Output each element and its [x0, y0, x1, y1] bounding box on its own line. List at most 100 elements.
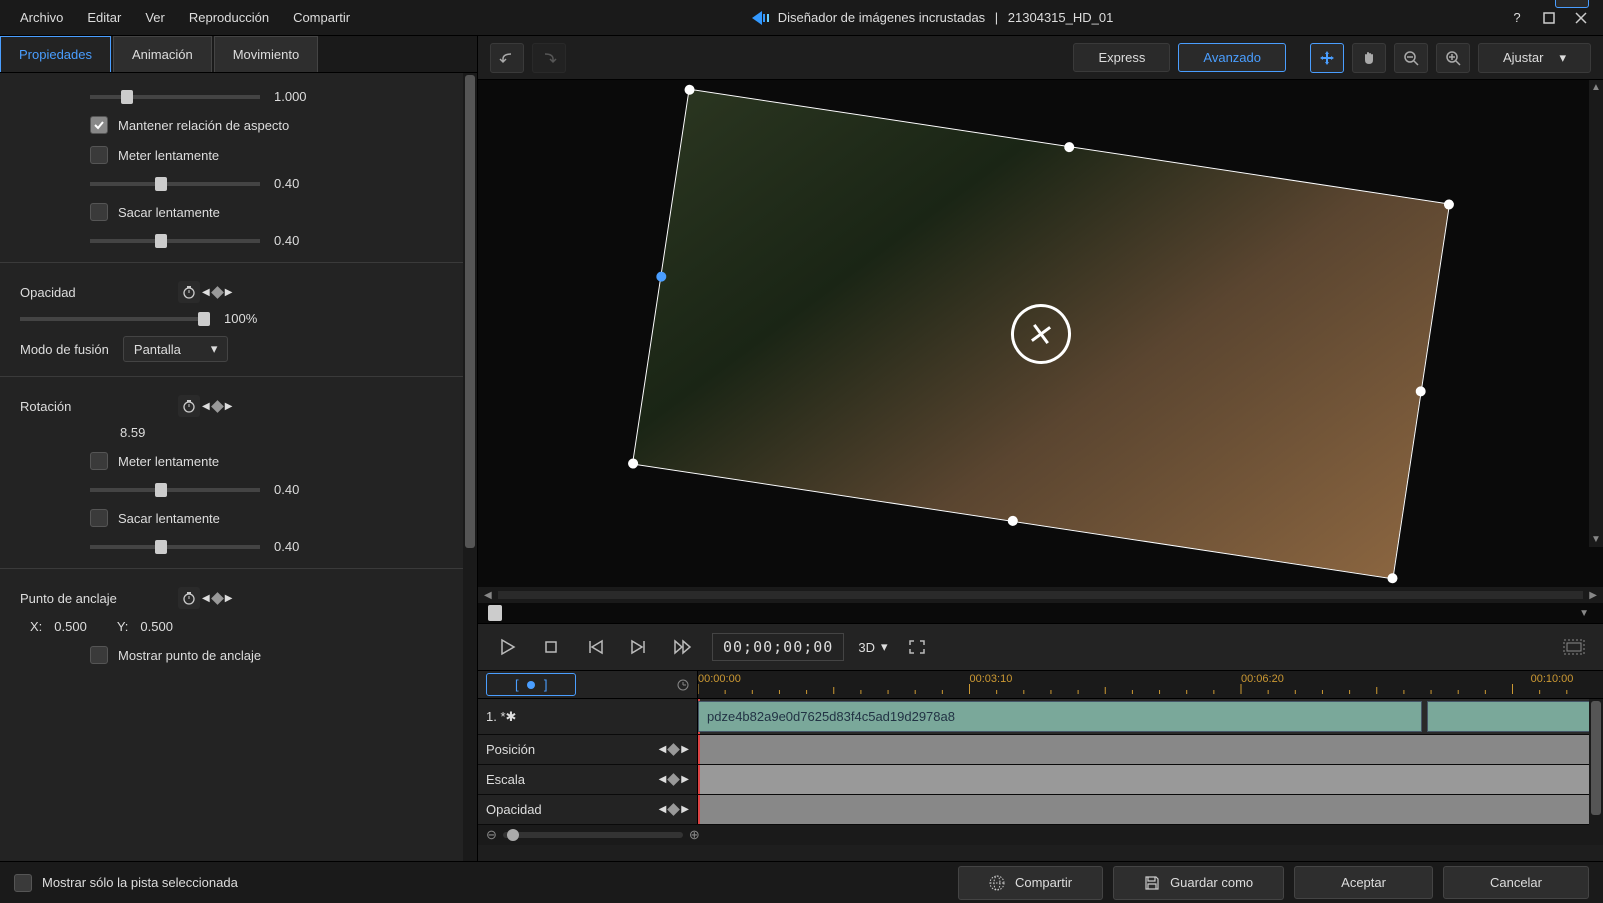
handle-top-left[interactable]: [683, 84, 694, 95]
opacity-next-kf-icon[interactable]: ▶: [225, 287, 233, 298]
fullscreen-icon[interactable]: [902, 632, 932, 662]
close-icon[interactable]: [1567, 6, 1595, 30]
menu-edit[interactable]: Editar: [75, 4, 133, 31]
preview-vscroll[interactable]: ▲▼: [1589, 80, 1603, 547]
share-button[interactable]: Compartir: [958, 866, 1103, 900]
anchor-x-value[interactable]: 0.500: [54, 619, 87, 634]
rotation-easein-value[interactable]: 0.40: [274, 482, 322, 497]
timeline-clip-2[interactable]: [1427, 701, 1603, 732]
opacity-prev-kf-icon[interactable]: ◀: [202, 287, 210, 298]
redo-button[interactable]: [532, 43, 566, 73]
opacity-add-kf-icon[interactable]: [211, 286, 224, 299]
track-position-body[interactable]: [698, 735, 1603, 764]
tab-animation[interactable]: Animación: [113, 36, 212, 72]
show-anchor-checkbox[interactable]: [90, 646, 108, 664]
timeline-ruler[interactable]: 00:00:00 00:03:10 00:06:20 00:10:00: [698, 671, 1603, 698]
rotation-add-kf-icon[interactable]: [211, 400, 224, 413]
preview-zoom-slider[interactable]: ▼: [478, 603, 1603, 623]
rotation-stopwatch-icon[interactable]: [178, 395, 200, 417]
rotation-prev-kf-icon[interactable]: ◀: [202, 401, 210, 412]
track-1-header[interactable]: 1. *✱: [478, 699, 698, 734]
track-opacity-body[interactable]: [698, 795, 1603, 824]
handle-top-right[interactable]: [1443, 198, 1454, 209]
tab-motion[interactable]: Movimiento: [214, 36, 318, 72]
clip-transform-box[interactable]: [631, 88, 1449, 579]
rotation-value[interactable]: 8.59: [120, 425, 457, 440]
anchor-prev-kf-icon[interactable]: ◀: [202, 593, 210, 604]
menu-view[interactable]: Ver: [133, 4, 177, 31]
pan-tool-icon[interactable]: [1352, 43, 1386, 73]
menu-file[interactable]: Archivo: [8, 4, 75, 31]
maximize-icon[interactable]: [1535, 6, 1563, 30]
preview-hscroll[interactable]: ◀▶: [478, 587, 1603, 603]
handle-right-mid[interactable]: [1415, 385, 1426, 396]
timeline-zoom-in-icon[interactable]: ⊕: [689, 827, 700, 843]
3d-dropdown[interactable]: 3D▾: [858, 639, 887, 655]
handle-top-mid[interactable]: [1063, 141, 1074, 152]
scale-slider[interactable]: [90, 95, 260, 99]
anchor-add-kf-icon[interactable]: [211, 592, 224, 605]
rotation-easeout-checkbox[interactable]: [90, 509, 108, 527]
prev-frame-button[interactable]: [580, 632, 610, 662]
anchor-next-kf-icon[interactable]: ▶: [225, 593, 233, 604]
cancel-button[interactable]: Cancelar: [1443, 866, 1589, 899]
undo-button[interactable]: [490, 43, 524, 73]
timeline-clock-icon[interactable]: [677, 679, 689, 691]
collapse-toggle-icon[interactable]: [1555, 0, 1589, 8]
move-tool-icon[interactable]: [1310, 43, 1344, 73]
scale-value[interactable]: 1.000: [274, 89, 322, 104]
rotation-easeout-value[interactable]: 0.40: [274, 539, 322, 554]
track-opacity-header[interactable]: Opacidad ◀▶: [478, 795, 698, 824]
timecode-display[interactable]: 00;00;00;00: [712, 633, 844, 661]
safe-zone-icon[interactable]: [1559, 632, 1589, 662]
keep-aspect-checkbox[interactable]: [90, 116, 108, 134]
rotation-handle-icon[interactable]: [1006, 299, 1074, 367]
timeline-zoom-out-icon[interactable]: ⊖: [486, 827, 497, 843]
scale-easeout-checkbox[interactable]: [90, 203, 108, 221]
timeline-zoom-slider[interactable]: [503, 832, 683, 838]
rotation-easein-checkbox[interactable]: [90, 452, 108, 470]
scale-easein-slider[interactable]: [90, 182, 260, 186]
play-button[interactable]: [492, 632, 522, 662]
anchor-y-value[interactable]: 0.500: [140, 619, 173, 634]
fast-forward-button[interactable]: [668, 632, 698, 662]
opacity-value[interactable]: 100%: [224, 311, 272, 326]
stop-button[interactable]: [536, 632, 566, 662]
timeline-selection-button[interactable]: [ ]: [486, 673, 576, 696]
properties-scrollbar[interactable]: [463, 73, 477, 861]
fit-dropdown[interactable]: Ajustar▾: [1478, 43, 1591, 73]
handle-left-mid[interactable]: [655, 270, 666, 281]
track-position-header[interactable]: Posición ◀▶: [478, 735, 698, 764]
preview-canvas[interactable]: ▲▼: [478, 80, 1603, 587]
help-icon[interactable]: ?: [1503, 6, 1531, 30]
handle-bottom-left[interactable]: [627, 457, 638, 468]
mode-advanced-button[interactable]: Avanzado: [1178, 43, 1286, 72]
show-selected-track-checkbox[interactable]: [14, 874, 32, 892]
handle-bottom-right[interactable]: [1386, 572, 1397, 583]
scale-easein-checkbox[interactable]: [90, 146, 108, 164]
blend-mode-dropdown[interactable]: Pantalla ▾: [123, 336, 229, 362]
opacity-slider[interactable]: [20, 317, 210, 321]
opacity-stopwatch-icon[interactable]: [178, 281, 200, 303]
zoom-in-icon[interactable]: [1436, 43, 1470, 73]
accept-button[interactable]: Aceptar: [1294, 866, 1433, 899]
menu-share[interactable]: Compartir: [281, 4, 362, 31]
scale-easeout-value[interactable]: 0.40: [274, 233, 322, 248]
zoom-out-icon[interactable]: [1394, 43, 1428, 73]
next-frame-button[interactable]: [624, 632, 654, 662]
scale-easeout-slider[interactable]: [90, 239, 260, 243]
track-scale-body[interactable]: [698, 765, 1603, 794]
handle-bottom-mid[interactable]: [1007, 515, 1018, 526]
track-scale-header[interactable]: Escala ◀▶: [478, 765, 698, 794]
menu-playback[interactable]: Reproducción: [177, 4, 281, 31]
timeline-vscroll[interactable]: [1589, 699, 1603, 841]
scale-easein-value[interactable]: 0.40: [274, 176, 322, 191]
rotation-easeout-slider[interactable]: [90, 545, 260, 549]
rotation-next-kf-icon[interactable]: ▶: [225, 401, 233, 412]
rotation-easein-slider[interactable]: [90, 488, 260, 492]
mode-express-button[interactable]: Express: [1073, 43, 1170, 72]
anchor-stopwatch-icon[interactable]: [178, 587, 200, 609]
timeline-clip[interactable]: pdze4b82a9e0d7625d83f4c5ad19d2978a8: [698, 701, 1422, 732]
save-as-button[interactable]: Guardar como: [1113, 866, 1284, 900]
tab-properties[interactable]: Propiedades: [0, 36, 111, 72]
